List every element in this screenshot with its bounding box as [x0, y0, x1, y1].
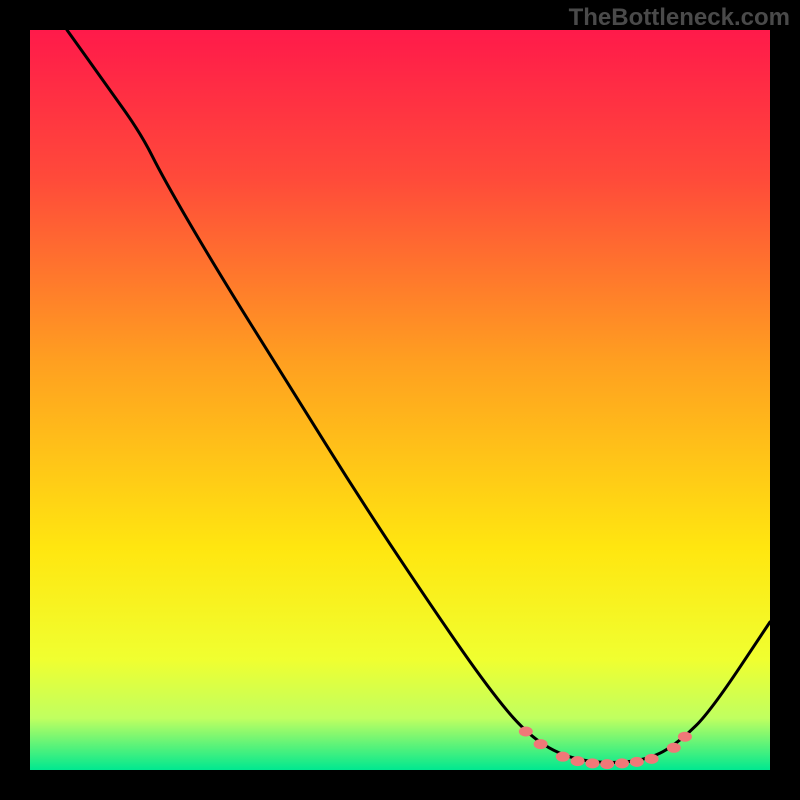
chart-container: TheBottleneck.com: [0, 0, 800, 800]
data-marker: [585, 758, 599, 768]
data-marker: [519, 727, 533, 737]
data-marker: [678, 732, 692, 742]
data-marker: [571, 756, 585, 766]
data-marker: [600, 759, 614, 769]
data-marker: [534, 739, 548, 749]
data-marker: [556, 752, 570, 762]
data-marker: [645, 754, 659, 764]
bottleneck-chart: [30, 30, 770, 770]
gradient-background: [30, 30, 770, 770]
data-marker: [615, 758, 629, 768]
data-marker: [630, 757, 644, 767]
data-marker: [667, 743, 681, 753]
watermark-text: TheBottleneck.com: [569, 4, 790, 32]
chart-svg: [30, 30, 770, 770]
